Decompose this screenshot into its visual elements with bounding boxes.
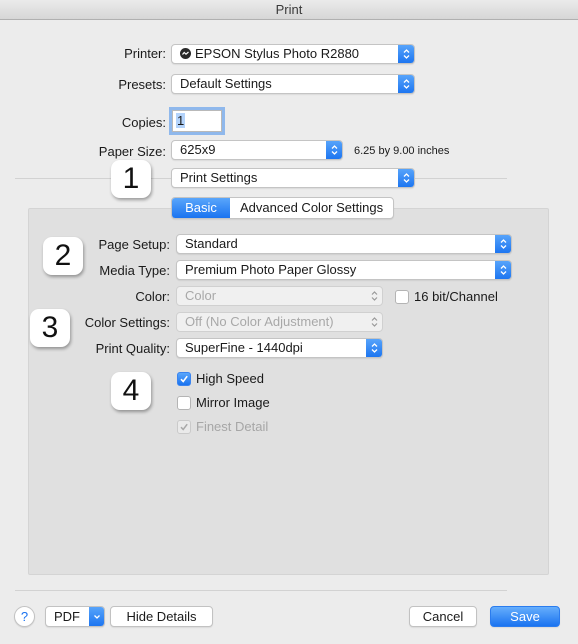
checkbox-box (177, 395, 191, 410)
presets-value: Default Settings (180, 76, 272, 91)
copies-label: Copies: (121, 115, 166, 130)
checkbox-box (395, 289, 409, 304)
media-type-value: Premium Photo Paper Glossy (185, 262, 357, 277)
chevron-updown-icon (495, 261, 511, 279)
color-value: Color (185, 288, 217, 303)
presets-label: Presets: (118, 77, 166, 92)
help-button[interactable]: ? (14, 606, 35, 627)
paper-size-popup[interactable]: 625x9 (171, 140, 343, 160)
section-popup[interactable]: Print Settings (171, 168, 415, 188)
color-popup[interactable]: Color (176, 286, 383, 306)
chevron-updown-icon (366, 339, 382, 357)
media-type-label: Media Type: (99, 263, 170, 278)
tab-basic[interactable]: Basic (172, 198, 230, 218)
window-title: Print (275, 2, 303, 17)
page-setup-popup[interactable]: Standard (176, 234, 512, 254)
chevron-updown-icon (366, 287, 382, 305)
footer-divider (15, 590, 507, 591)
color-label: Color: (135, 289, 170, 304)
presets-popup[interactable]: Default Settings (171, 74, 415, 94)
color-settings-popup[interactable]: Off (No Color Adjustment) (176, 312, 383, 332)
checkmark-icon (177, 419, 191, 434)
media-type-popup[interactable]: Premium Photo Paper Glossy (176, 260, 512, 280)
high-speed-label: High Speed (196, 371, 264, 386)
tab-bar: Basic Advanced Color Settings (171, 197, 395, 219)
sixteen-bit-label: 16 bit/Channel (414, 289, 498, 304)
cancel-button[interactable]: Cancel (409, 606, 477, 627)
print-quality-popup[interactable]: SuperFine - 1440dpi (176, 338, 383, 358)
chevron-updown-icon (398, 75, 414, 93)
chevron-updown-icon (398, 169, 414, 187)
pdf-label: PDF (54, 609, 80, 624)
callout-badge-2: 2 (43, 237, 83, 275)
save-button[interactable]: Save (490, 606, 560, 627)
chevron-updown-icon (495, 235, 511, 253)
paper-size-label: Paper Size: (98, 144, 166, 159)
hide-details-button[interactable]: Hide Details (110, 606, 213, 627)
printer-status-icon (180, 48, 191, 59)
mirror-image-label: Mirror Image (196, 395, 270, 410)
chevron-updown-icon (366, 313, 382, 331)
paper-size-dimensions: 6.25 by 9.00 inches (354, 145, 450, 157)
color-settings-value: Off (No Color Adjustment) (185, 314, 334, 329)
mirror-image-checkbox[interactable]: Mirror Image (177, 395, 270, 410)
paper-size-value: 625x9 (180, 142, 216, 157)
chevron-updown-icon (326, 141, 342, 159)
sixteen-bit-checkbox[interactable]: 16 bit/Channel (395, 289, 498, 304)
chevron-updown-icon (398, 45, 414, 63)
callout-badge-1: 1 (111, 160, 151, 198)
page-setup-label: Page Setup: (98, 237, 170, 252)
finest-detail-checkbox[interactable]: Finest Detail (177, 419, 268, 434)
print-quality-label: Print Quality: (95, 341, 170, 356)
pdf-menu-button[interactable]: PDF (45, 606, 105, 627)
copies-input[interactable]: 1 (172, 110, 222, 132)
checkmark-icon (177, 371, 191, 386)
print-quality-value: SuperFine - 1440dpi (185, 340, 303, 355)
color-settings-label: Color Settings: (84, 315, 170, 330)
copies-value: 1 (176, 113, 186, 128)
tab-advanced-color-settings[interactable]: Advanced Color Settings (230, 198, 393, 218)
page-setup-value: Standard (185, 236, 238, 251)
printer-label: Printer: (124, 46, 166, 61)
window-titlebar: Print (0, 0, 578, 20)
section-popup-value: Print Settings (180, 170, 258, 185)
chevron-down-icon (89, 607, 104, 626)
printer-value: EPSON Stylus Photo R2880 (195, 46, 360, 61)
finest-detail-label: Finest Detail (196, 419, 269, 434)
callout-badge-4: 4 (111, 372, 151, 410)
printer-popup[interactable]: EPSON Stylus Photo R2880 (171, 44, 415, 64)
high-speed-checkbox[interactable]: High Speed (177, 371, 264, 386)
